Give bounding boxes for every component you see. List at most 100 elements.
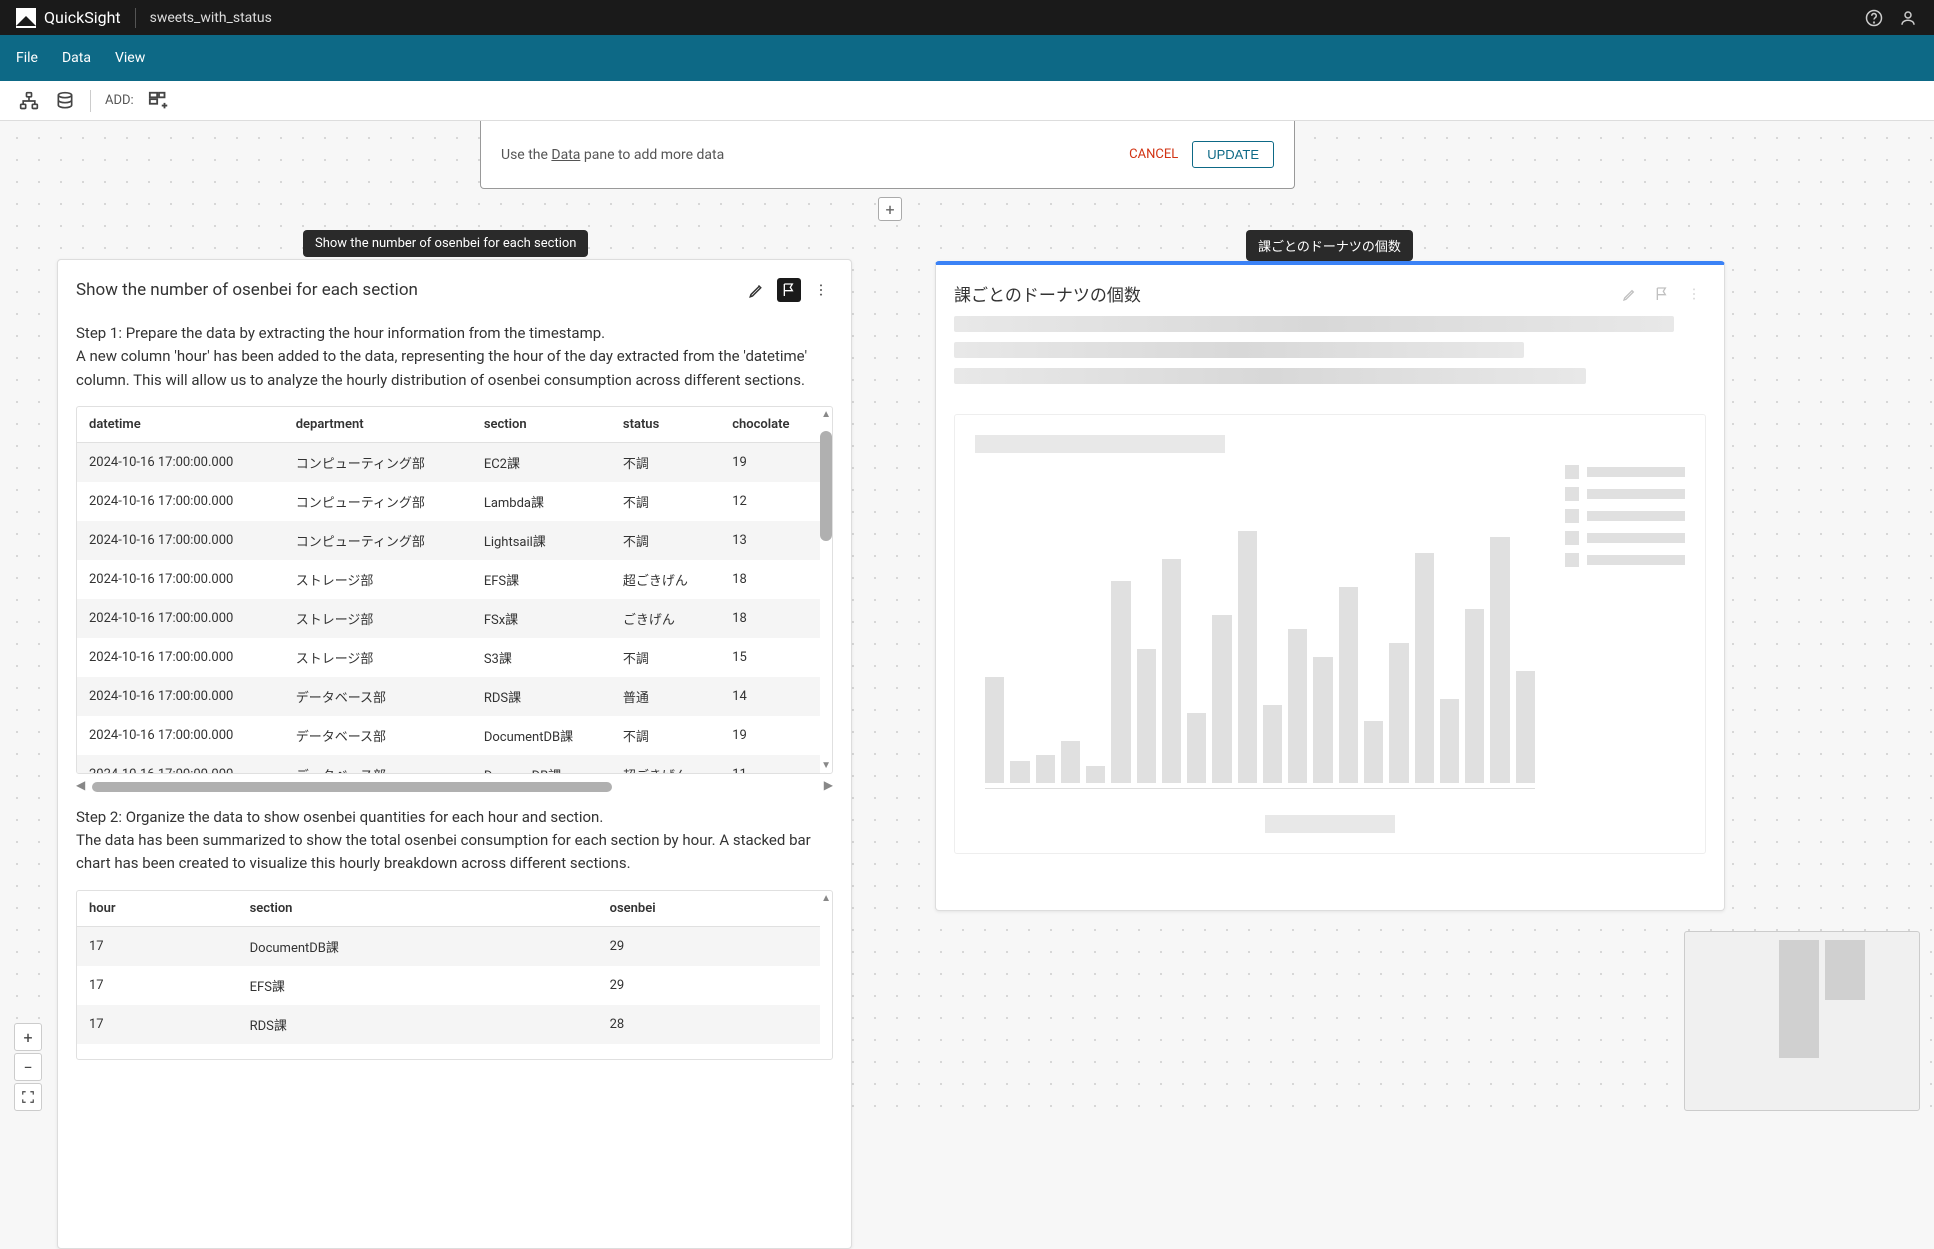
table-row: 2024-10-16 17:00:00.000データベース部DocumentDB… [77,716,820,755]
zoom-in-button[interactable]: + [14,1023,42,1051]
skeleton-bar [1187,713,1206,783]
table-cell: 2024-10-16 17:00:00.000 [77,677,284,716]
table-cell: データベース部 [284,677,472,716]
skeleton-bar [1086,766,1105,783]
column-header[interactable]: chocolate [720,407,820,443]
visual-panel-right[interactable]: 課ごとのドーナツの個数 [935,261,1725,911]
column-header[interactable]: osenbei [598,891,820,927]
user-icon[interactable] [1898,8,1918,28]
table-cell: 2024-10-16 17:00:00.000 [77,560,284,599]
add-visual-button[interactable]: + [878,197,902,221]
skeleton-line [954,316,1674,332]
column-header[interactable]: department [284,407,472,443]
table-cell: 2024-10-16 17:00:00.000 [77,482,284,521]
table-cell: 29 [598,966,820,1005]
table-cell: DocumentDB課 [238,926,598,966]
skeleton-bar [1339,587,1358,783]
skeleton-bar [1036,755,1055,783]
skeleton-bar [1313,657,1332,783]
more-icon[interactable] [809,278,833,302]
menu-data[interactable]: Data [62,50,91,66]
table-cell: EFS課 [238,966,598,1005]
zoom-controls: + − [14,1023,42,1111]
toolbar-separator [90,90,91,112]
quicksight-logo-icon [16,8,36,28]
table-cell: 2024-10-16 17:00:00.000 [77,755,284,774]
update-button[interactable]: UPDATE [1192,141,1274,168]
table-cell: 不調 [611,521,720,560]
menu-file[interactable]: File [16,50,38,66]
scroll-down-icon[interactable]: ▼ [821,760,831,771]
column-header[interactable]: datetime [77,407,284,443]
vertical-scrollbar[interactable] [820,431,832,541]
fullscreen-button[interactable] [14,1083,42,1111]
table-cell: 超ごきげん [611,755,720,774]
edit-icon[interactable] [745,278,769,302]
help-icon[interactable] [1864,8,1884,28]
prompt-prefix: Use the [501,147,551,163]
skeleton-bar [1288,629,1307,783]
more-icon[interactable] [1682,282,1706,306]
column-header[interactable]: hour [77,891,238,927]
table-cell: Lightsail課 [472,521,611,560]
table-cell: ストレージ部 [284,560,472,599]
table-cell: 29 [598,926,820,966]
table-cell: EC2課 [472,442,611,482]
table-cell: 13 [720,521,820,560]
table-cell: 19 [720,716,820,755]
flag-icon[interactable] [1650,282,1674,306]
scroll-right-icon[interactable]: ▶ [824,778,833,792]
minimap[interactable] [1684,931,1920,1111]
scroll-up-icon[interactable]: ▲ [821,409,831,420]
table-cell: 12 [720,482,820,521]
skeleton-bar [1061,741,1080,783]
column-header[interactable]: section [238,891,598,927]
column-header[interactable]: section [472,407,611,443]
skeleton-axis [985,788,1535,789]
table-cell: データベース部 [284,716,472,755]
table-row: 17RDS課28 [77,1005,820,1044]
table-cell: 18 [720,599,820,638]
skeleton-bar [1440,699,1459,783]
database-icon[interactable] [54,90,76,112]
table-cell: コンピューティング部 [284,442,472,482]
table-cell: 2024-10-16 17:00:00.000 [77,521,284,560]
skeleton-bar [1162,559,1181,783]
visual-panel-left[interactable]: Show the number of osenbei for each sect… [57,259,852,1249]
table-row: 2024-10-16 17:00:00.000コンピューティング部Lambda課… [77,482,820,521]
table-row: 2024-10-16 17:00:00.000コンピューティング部EC2課不調1… [77,442,820,482]
skeleton-line [954,368,1586,384]
table-row: 2024-10-16 17:00:00.000データベース部RDS課普通14 [77,677,820,716]
skeleton-bar [1263,705,1282,783]
table-cell: 15 [720,638,820,677]
table-row: 17DocumentDB課29 [77,926,820,966]
tooltip-right: 課ごとのドーナツの個数 [1246,230,1413,261]
table-cell: 14 [720,677,820,716]
add-calculated-field-icon[interactable] [148,90,170,112]
table-row: 17EFS課29 [77,966,820,1005]
horizontal-scrollbar[interactable] [92,782,612,792]
table-cell: RDS課 [238,1005,598,1044]
zoom-out-button[interactable]: − [14,1053,42,1081]
skeleton-line [954,342,1524,358]
canvas[interactable]: Use the Data pane to add more data CANCE… [0,121,1934,1125]
scroll-up-icon[interactable]: ▲ [821,893,831,904]
document-name: sweets_with_status [150,10,272,26]
skeleton-bar [1389,643,1408,783]
column-header[interactable]: status [611,407,720,443]
cancel-button[interactable]: CANCEL [1129,147,1178,162]
toolbar: ADD: [0,81,1934,121]
prompt-data-link[interactable]: Data [551,147,580,163]
step2-body: The data has been summarized to show the… [76,829,833,876]
edit-icon[interactable] [1618,282,1642,306]
step1-body: A new column 'hour' has been added to th… [76,345,833,392]
table-cell: 17 [77,1005,238,1044]
menu-view[interactable]: View [115,50,145,66]
skeleton-bar [1516,671,1535,783]
table-cell: 不調 [611,442,720,482]
hierarchy-icon[interactable] [18,90,40,112]
table-cell: 不調 [611,716,720,755]
flag-icon[interactable] [777,278,801,302]
scroll-left-icon[interactable]: ◀ [76,778,85,792]
skeleton-bar [1238,531,1257,783]
